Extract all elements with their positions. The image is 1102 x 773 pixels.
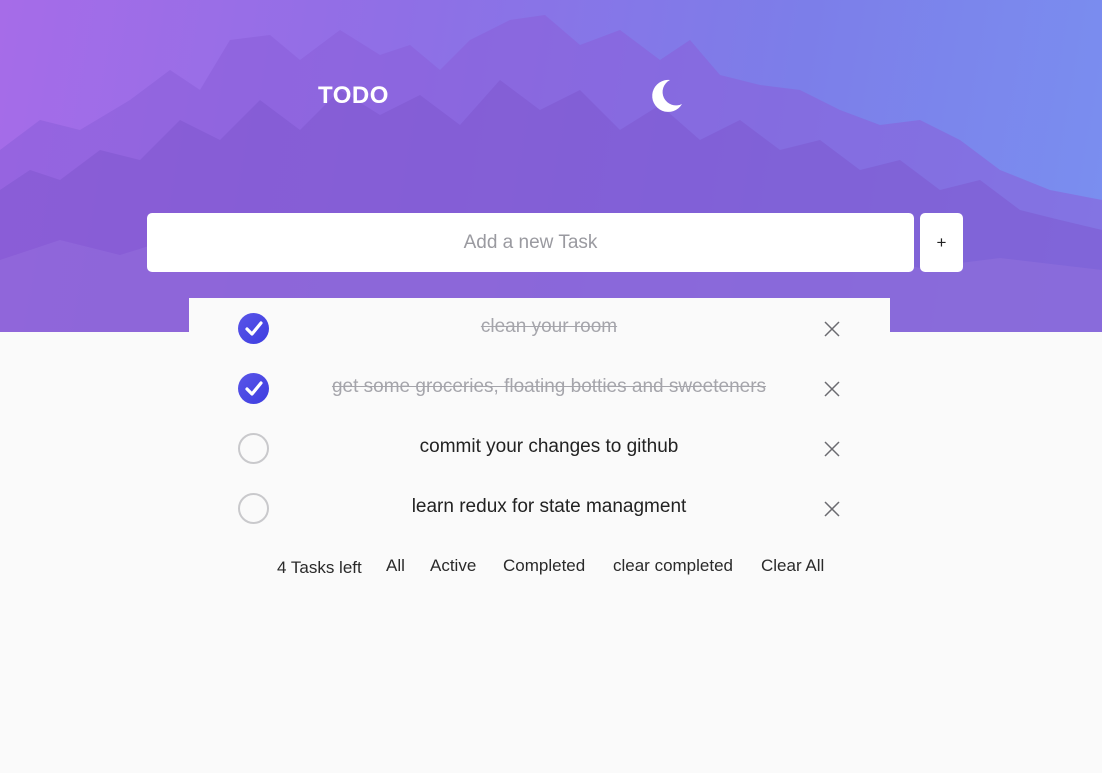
task-footer: 4 Tasks left All Active Completed clear … [0, 553, 1102, 579]
task-label: learn redux for state managment [411, 496, 687, 517]
close-icon[interactable] [822, 439, 842, 459]
task-label: get some groceries, floating botties and… [331, 376, 767, 397]
clear-all-button[interactable]: Clear All [761, 556, 824, 576]
task-checkbox[interactable] [238, 313, 269, 344]
checkmark-icon [245, 321, 263, 336]
app-title: TODO [318, 82, 389, 109]
clear-completed-button[interactable]: clear completed [613, 556, 733, 576]
task-checkbox[interactable] [238, 493, 269, 524]
checkmark-icon [245, 381, 263, 396]
task-checkbox[interactable] [238, 373, 269, 404]
task-item: commit your changes to github [189, 418, 890, 478]
task-item: learn redux for state managment [189, 478, 890, 538]
task-item: get some groceries, floating botties and… [189, 358, 890, 418]
task-label: commit your changes to github [419, 436, 679, 457]
new-task-input[interactable] [147, 213, 914, 272]
filter-active-button[interactable]: Active [430, 556, 476, 576]
todo-app: TODO + clean your room get s [0, 0, 1102, 773]
add-task-button[interactable]: + [920, 213, 963, 272]
filter-completed-button[interactable]: Completed [503, 556, 585, 576]
mountain-illustration [0, 15, 1102, 332]
theme-toggle-button[interactable] [646, 76, 686, 116]
task-label: clean your room [480, 316, 618, 337]
task-checkbox[interactable] [238, 433, 269, 464]
close-icon[interactable] [822, 379, 842, 399]
close-icon[interactable] [822, 319, 842, 339]
task-item: clean your room [189, 298, 890, 358]
hero-background [0, 0, 1102, 332]
moon-icon [652, 79, 682, 112]
close-icon[interactable] [822, 499, 842, 519]
tasks-left-count: 4 Tasks left [277, 558, 362, 577]
filter-all-button[interactable]: All [386, 556, 405, 576]
